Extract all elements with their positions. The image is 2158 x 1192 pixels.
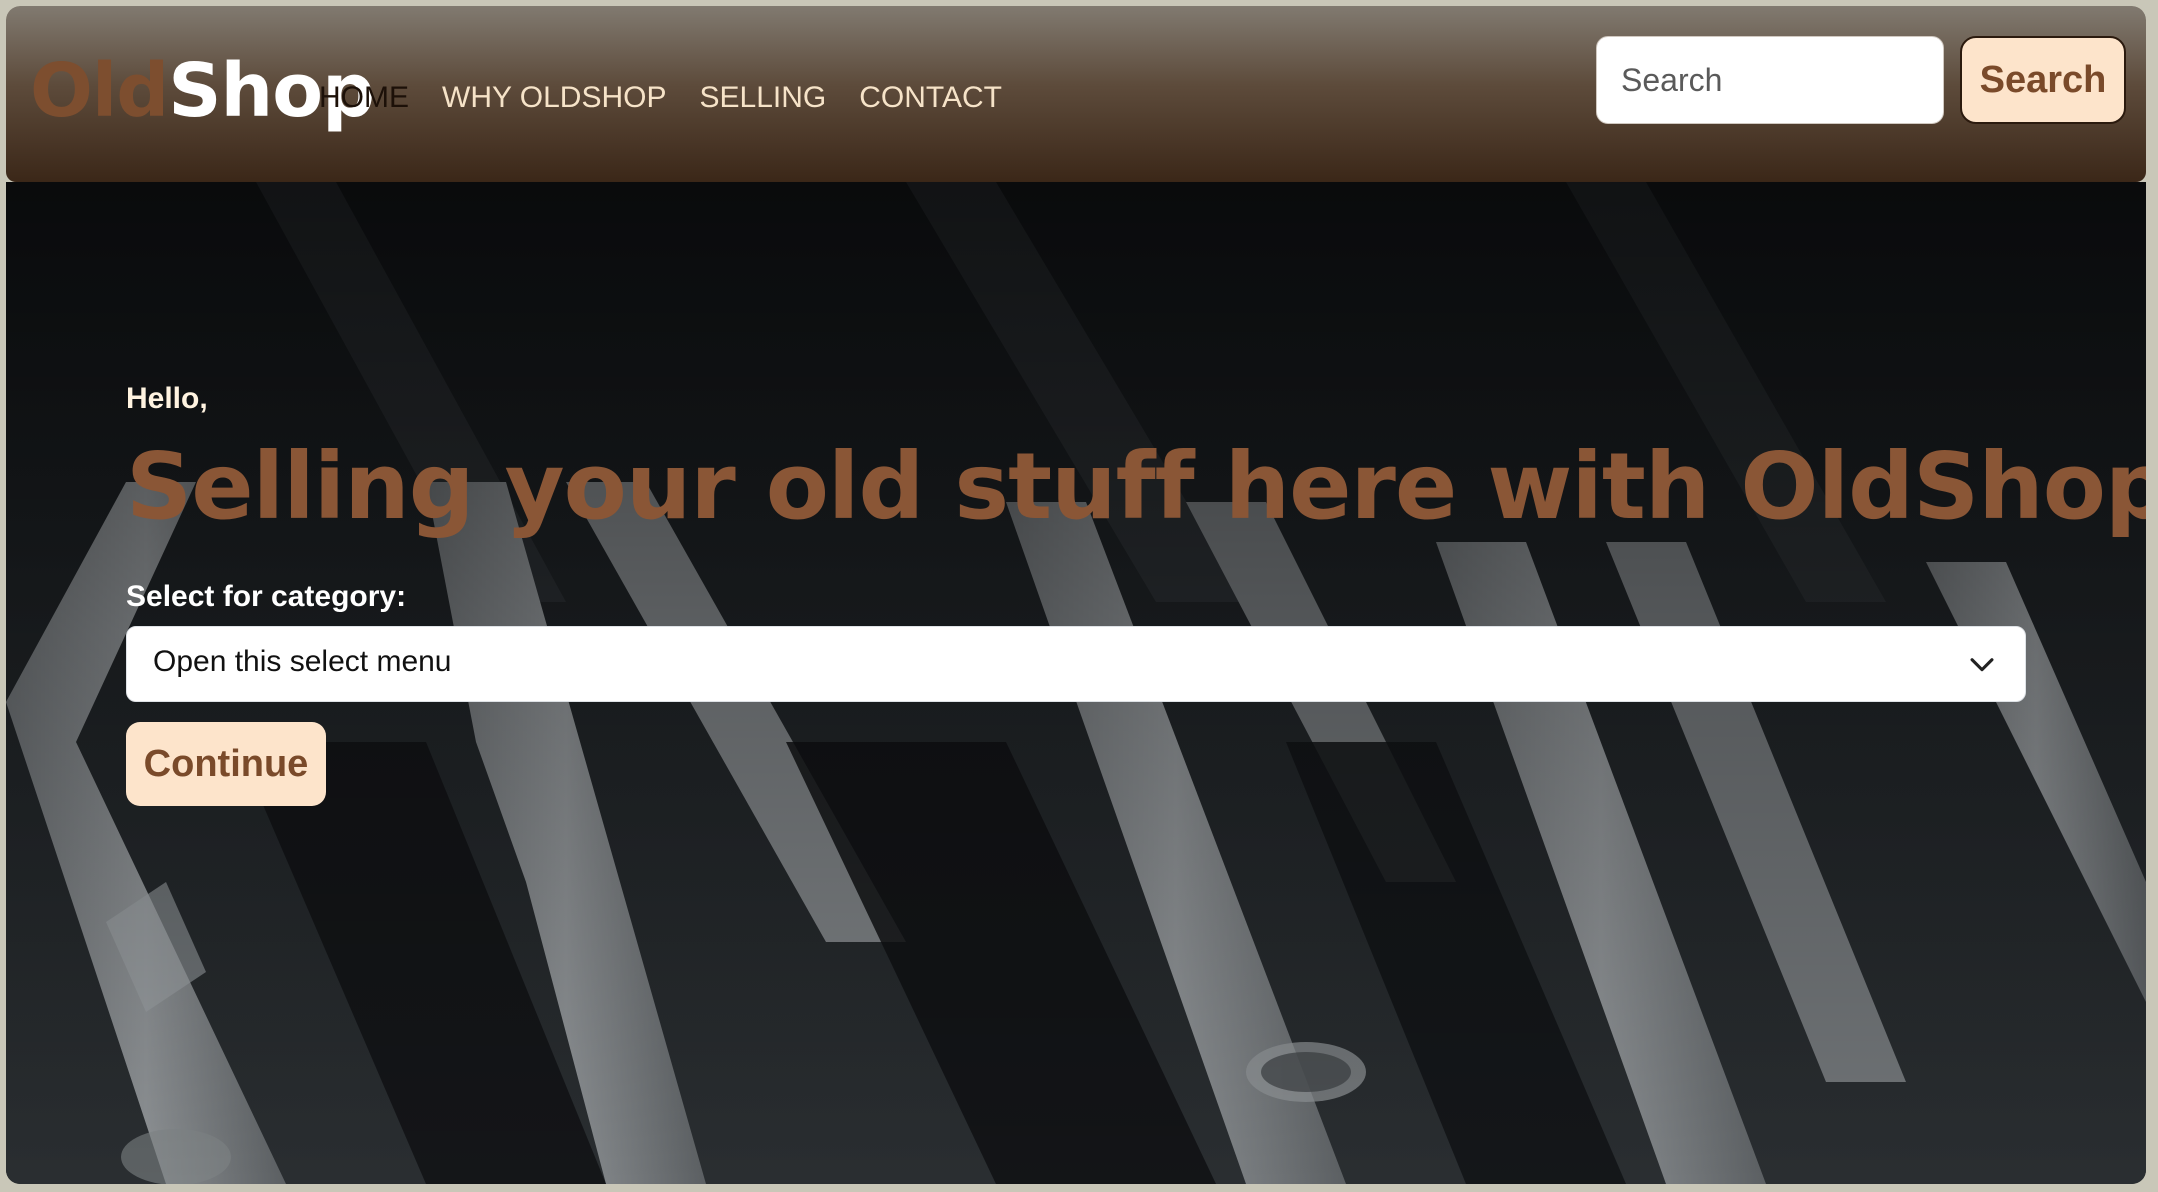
category-select[interactable]: Open this select menu (126, 626, 2026, 702)
chevron-down-icon (1970, 658, 1994, 672)
nav-selling[interactable]: SELLING (700, 78, 827, 118)
nav-why-oldshop[interactable]: WHY OLDSHOP (442, 78, 667, 118)
brand-logo-old: Old (30, 48, 169, 134)
main-nav: HOME WHY OLDSHOP SELLING CONTACT (319, 78, 1035, 118)
category-select-value: Open this select menu (153, 645, 452, 678)
page: OldShop HOME WHY OLDSHOP SELLING CONTACT… (6, 6, 2146, 1184)
continue-button[interactable]: Continue (126, 722, 326, 806)
search-button[interactable]: Search (1960, 36, 2126, 124)
category-label: Select for category: (126, 580, 407, 613)
search-input[interactable] (1596, 36, 1944, 124)
hero-headline: Selling your old stuff here with OldShop (126, 433, 2146, 540)
nav-home[interactable]: HOME (319, 78, 409, 118)
nav-contact[interactable]: CONTACT (859, 78, 1002, 118)
navbar: OldShop HOME WHY OLDSHOP SELLING CONTACT… (6, 6, 2146, 182)
greeting-text: Hello, (126, 382, 208, 415)
hero-section: Hello, Selling your old stuff here with … (6, 182, 2146, 1184)
